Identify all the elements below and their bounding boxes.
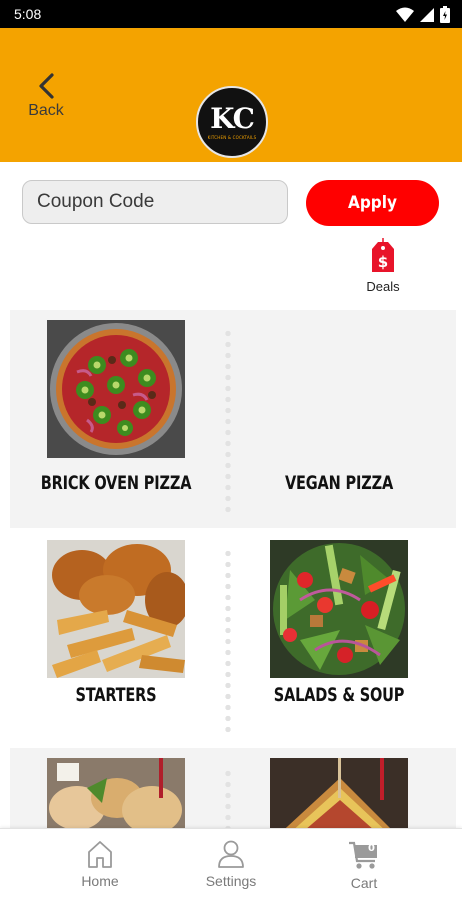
nav-settings-label: Settings (205, 873, 257, 889)
status-time: 5:08 (14, 6, 42, 22)
category-item[interactable] (270, 758, 450, 838)
back-button[interactable]: Back (22, 72, 70, 128)
cart-badge: 0 (368, 843, 375, 854)
category-salads-soup[interactable]: SALADS & SOUP (270, 540, 450, 730)
category-title: SALADS & SOUP (273, 684, 405, 706)
category-brick-oven-pizza[interactable]: BRICK OVEN PIZZA (41, 320, 227, 510)
back-label: Back (28, 102, 64, 119)
nav-home[interactable]: Home (55, 839, 145, 889)
apply-button[interactable]: Apply (306, 180, 439, 226)
menu-row: STARTERS SALADS & SOUP (10, 528, 456, 746)
restaurant-logo: KC KITCHEN & COCKTAILS (196, 86, 268, 158)
nav-cart-label: Cart (350, 875, 378, 891)
cart-icon (349, 841, 377, 869)
category-title: STARTERS (75, 684, 157, 706)
wings-fries-image (47, 540, 185, 678)
menu-row (10, 748, 456, 838)
status-bar: 5:08 (0, 0, 462, 28)
nav-cart[interactable]: 0 Cart (319, 839, 409, 891)
nav-settings[interactable]: Settings (186, 839, 276, 889)
category-item[interactable] (47, 758, 227, 838)
battery-icon (440, 6, 450, 23)
pizza-image (47, 320, 185, 458)
signal-icon (420, 7, 434, 22)
wifi-icon (396, 7, 414, 22)
coupon-code-input[interactable] (22, 180, 288, 224)
nav-home-label: Home (81, 873, 119, 889)
deals-button[interactable]: $ Deals (358, 238, 408, 302)
app-header: Back KC KITCHEN & COCKTAILS (0, 28, 462, 162)
chevron-left-icon (39, 73, 54, 99)
salad-image (270, 540, 408, 678)
bottom-navigation: Home Settings 0 Cart (0, 828, 462, 901)
price-tag-icon: $ (372, 238, 394, 272)
status-icons (396, 6, 450, 23)
svg-text:$: $ (378, 253, 388, 271)
category-title: BRICK OVEN PIZZA (40, 472, 192, 494)
logo-subtitle: KITCHEN & COCKTAILS (207, 134, 257, 140)
category-starters[interactable]: STARTERS (47, 540, 227, 730)
category-vegan-pizza[interactable]: VEGAN PIZZA (270, 320, 450, 510)
category-title: VEGAN PIZZA (284, 472, 394, 494)
home-icon (88, 841, 112, 868)
deals-label: Deals (366, 279, 400, 294)
logo-text: KC (210, 101, 255, 135)
club-sandwich-image (270, 758, 408, 838)
sandwich-image (47, 758, 185, 838)
user-icon (218, 840, 244, 868)
menu-row: BRICK OVEN PIZZA VEGAN PIZZA (10, 310, 456, 528)
